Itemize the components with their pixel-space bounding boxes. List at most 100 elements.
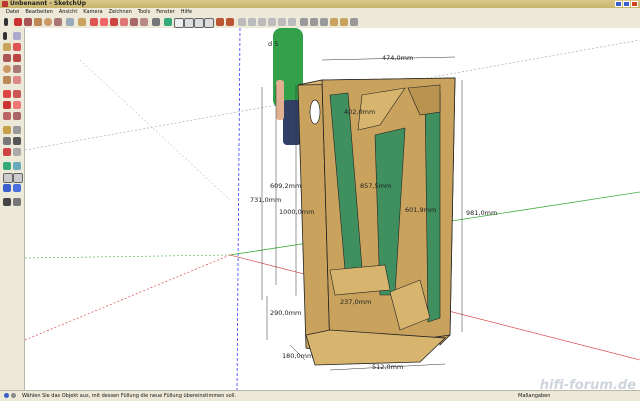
menu-datei[interactable]: Datei <box>6 8 19 16</box>
text-tool-icon[interactable] <box>13 137 21 145</box>
speaker-enclosure <box>297 77 456 366</box>
follow-me-icon[interactable] <box>120 18 128 26</box>
port-opening <box>309 99 321 125</box>
status-bar: Wählen Sie das Objekt aus, mit dessen Fü… <box>0 379 640 401</box>
axes-tool-icon[interactable] <box>3 148 11 156</box>
circle-icon[interactable] <box>44 18 52 26</box>
dim-bottom-depth: 180,0mm <box>282 352 313 360</box>
circle-tool-icon[interactable] <box>3 65 11 73</box>
dim-depth-top: 402,0mm <box>344 108 375 116</box>
zoom-extents-icon[interactable] <box>204 18 214 28</box>
sketchup-logo-icon <box>2 1 8 7</box>
help-icon[interactable] <box>11 393 16 398</box>
dim-height-right: 981,0mm <box>466 209 497 217</box>
dimension-tool-icon[interactable] <box>13 126 21 134</box>
push-pull-icon[interactable] <box>90 18 98 26</box>
zoom-tool-icon[interactable] <box>3 173 13 183</box>
menu-fenster[interactable]: Fenster <box>156 8 175 16</box>
dim-bottom-width: 512,0mm <box>372 363 403 371</box>
menu-ansicht[interactable]: Ansicht <box>59 8 77 16</box>
orbit-icon[interactable] <box>164 18 172 26</box>
back-view-icon[interactable] <box>278 18 286 26</box>
menu-kamera[interactable]: Kamera <box>83 8 102 16</box>
offset-tool-icon[interactable] <box>13 112 21 120</box>
port-floor <box>329 264 391 296</box>
tape-measure-icon[interactable] <box>152 18 160 26</box>
pushpull-tool-icon[interactable] <box>13 90 21 98</box>
zoom-window-tool-icon[interactable] <box>13 173 23 183</box>
scale-icon[interactable] <box>130 18 138 26</box>
rotate-tool-icon[interactable] <box>3 101 11 109</box>
arc-icon[interactable] <box>54 18 62 26</box>
scale-tool-icon[interactable] <box>3 112 11 120</box>
arc-tool-icon[interactable] <box>13 65 21 73</box>
eraser-icon[interactable] <box>14 18 22 26</box>
move-tool-icon[interactable] <box>3 90 11 98</box>
dim-height-left-a: 609,2mm <box>270 182 301 190</box>
polygon-tool-icon[interactable] <box>3 76 11 84</box>
close-button[interactable] <box>631 1 638 7</box>
orbit-tool-icon[interactable] <box>3 162 11 170</box>
freehand-tool-icon[interactable] <box>13 76 21 84</box>
tape-tool-icon[interactable] <box>3 126 11 134</box>
position-camera-tool-icon[interactable] <box>3 184 11 192</box>
xray-icon[interactable] <box>300 18 308 26</box>
hidden-line-icon[interactable] <box>320 18 328 26</box>
window-controls <box>615 1 638 7</box>
rectangle-icon[interactable] <box>34 18 42 26</box>
dim-width-top: 474,0mm <box>382 54 413 62</box>
blue-axis <box>236 28 241 390</box>
red-axis-negative <box>25 254 231 341</box>
next-view-icon[interactable] <box>226 18 234 26</box>
previous-view-icon[interactable] <box>216 18 224 26</box>
move-icon[interactable] <box>100 18 108 26</box>
dim-height-inner: 601,9mm <box>405 206 436 214</box>
top-view-icon[interactable] <box>248 18 256 26</box>
window-title: Unbenannt - SketchUp <box>10 0 86 7</box>
component-tool-icon[interactable] <box>13 32 21 40</box>
tool-palette <box>0 28 25 390</box>
maximize-button[interactable] <box>623 1 630 7</box>
line-tool-icon[interactable] <box>13 54 21 62</box>
menu-tools[interactable]: Tools <box>138 8 150 16</box>
shaded-icon[interactable] <box>330 18 338 26</box>
iso-view-icon[interactable] <box>238 18 246 26</box>
pan-tool-icon[interactable] <box>13 162 21 170</box>
menu-bar: Datei Bearbeiten Ansicht Kamera Zeichnen… <box>0 8 640 16</box>
menu-hilfe[interactable]: Hilfe <box>181 8 192 16</box>
select-tool-icon[interactable] <box>3 32 7 40</box>
rotate-icon[interactable] <box>110 18 118 26</box>
paint-bucket-icon[interactable] <box>78 18 86 26</box>
followme-tool-icon[interactable] <box>13 101 21 109</box>
eraser-tool-icon[interactable] <box>13 43 21 51</box>
zoom-window-icon[interactable] <box>194 18 204 28</box>
select-icon[interactable] <box>4 18 8 26</box>
wireframe-icon[interactable] <box>310 18 318 26</box>
walk-tool-icon[interactable] <box>3 198 11 206</box>
zoom-icon[interactable] <box>184 18 194 28</box>
left-view-icon[interactable] <box>288 18 296 26</box>
make-component-icon[interactable] <box>66 18 74 26</box>
dim-height-left-c: 1000,0mm <box>279 208 314 216</box>
menu-bearbeiten[interactable]: Bearbeiten <box>25 8 52 16</box>
right-view-icon[interactable] <box>268 18 276 26</box>
title-bar: Unbenannt - SketchUp <box>0 0 640 8</box>
front-view-icon[interactable] <box>258 18 266 26</box>
geo-location-icon[interactable] <box>4 393 9 398</box>
line-icon[interactable] <box>24 18 32 26</box>
menu-zeichnen[interactable]: Zeichnen <box>109 8 132 16</box>
green-axis-negative <box>25 254 231 259</box>
minimize-button[interactable] <box>615 1 622 7</box>
monochrome-icon[interactable] <box>350 18 358 26</box>
protractor-tool-icon[interactable] <box>3 137 11 145</box>
paint-tool-icon[interactable] <box>3 43 11 51</box>
offset-icon[interactable] <box>140 18 148 26</box>
3d-text-tool-icon[interactable] <box>13 148 21 156</box>
rectangle-tool-icon[interactable] <box>3 54 11 62</box>
dim-port-width: 237,0mm <box>340 298 371 306</box>
pan-icon[interactable] <box>174 18 184 28</box>
shaded-textures-icon[interactable] <box>340 18 348 26</box>
model-viewport[interactable]: 474,0mm 981,0mm 609,2mm 731,0mm 1000,0mm… <box>25 28 640 390</box>
look-around-tool-icon[interactable] <box>13 184 21 192</box>
section-plane-tool-icon[interactable] <box>13 198 21 206</box>
